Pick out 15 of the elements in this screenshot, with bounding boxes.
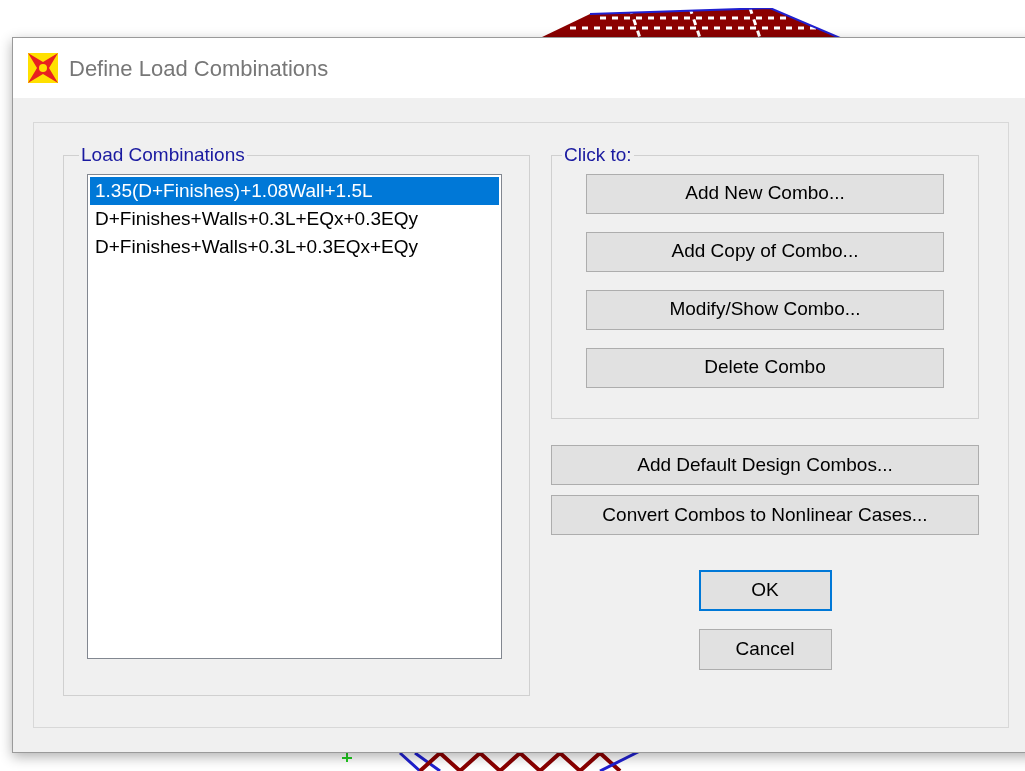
app-logo-icon [27,52,59,84]
action-button[interactable]: Add New Combo... [586,173,944,214]
list-item[interactable]: D+Finishes+Walls+0.3L+EQx+0.3EQy [90,204,499,233]
group-label: Click to: [563,143,633,167]
list-item[interactable]: 1.35(D+Finishes)+1.08Wall+1.5L [90,176,499,205]
group-label: Load Combinations [80,143,246,167]
action-button[interactable]: Add Copy of Combo... [586,231,944,272]
action-button[interactable]: Convert Combos to Nonlinear Cases... [551,495,979,535]
list-item[interactable]: D+Finishes+Walls+0.3L+0.3EQx+EQy [90,232,499,261]
window-title: Define Load Combinations [69,54,329,83]
cancel-button[interactable]: Cancel [698,629,832,670]
action-button[interactable]: Delete Combo [586,347,944,388]
action-button[interactable]: Add Default Design Combos... [551,445,979,485]
action-button[interactable]: Modify/Show Combo... [586,289,944,330]
ok-button[interactable]: OK [698,570,832,611]
